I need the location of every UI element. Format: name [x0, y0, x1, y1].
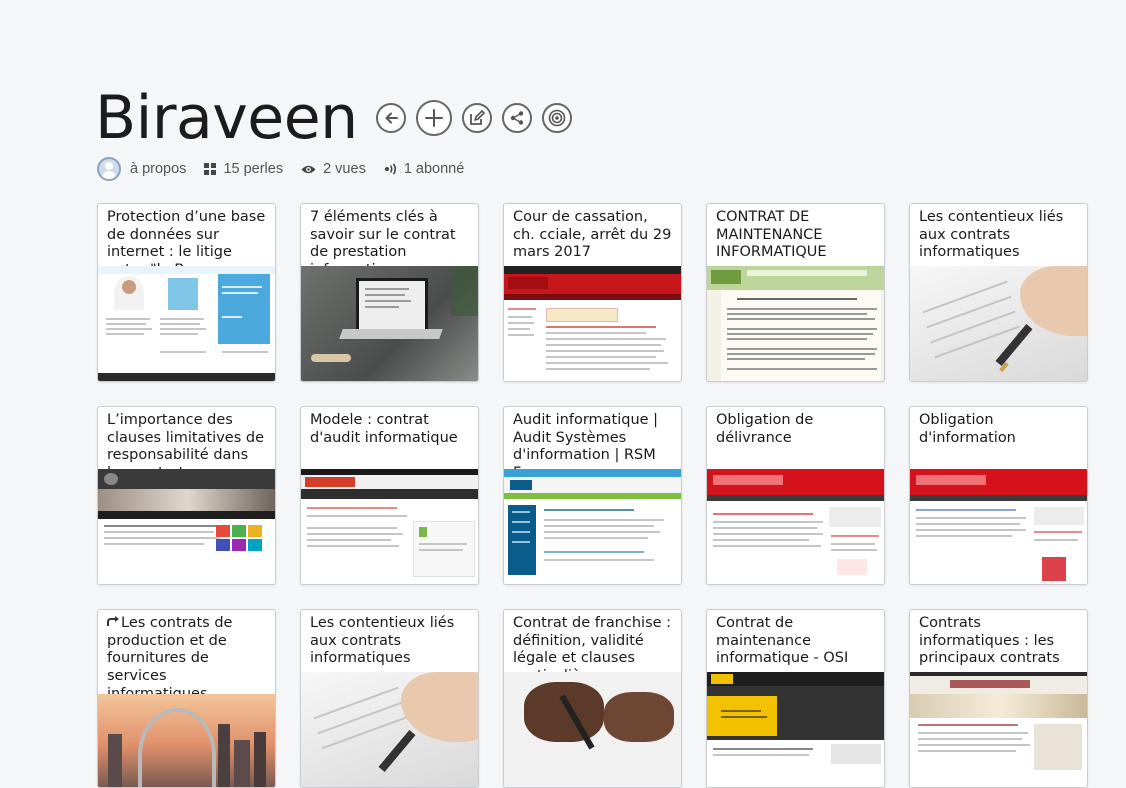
board-header: Biraveen — [95, 80, 572, 156]
follow-icon — [548, 109, 565, 127]
share-icon — [510, 111, 523, 125]
followers-count[interactable]: 1 abonné — [384, 161, 464, 177]
pearl-card[interactable]: Contrats informatiques : les principaux … — [909, 609, 1088, 788]
follow-button[interactable] — [541, 103, 572, 133]
pearl-title: Les contentieux liés aux contrats inform… — [919, 209, 1064, 261]
pearl-card[interactable]: Les contentieux liés aux contrats inform… — [909, 203, 1088, 382]
pearl-card[interactable]: Protection d’une base de données sur int… — [97, 203, 276, 382]
page-title: Biraveen — [95, 83, 358, 153]
edit-icon — [469, 110, 485, 125]
pearl-thumbnail — [504, 672, 681, 787]
followers-label: 1 abonné — [403, 161, 465, 177]
about-label: à propos — [130, 161, 187, 177]
pearl-thumbnail — [301, 672, 478, 787]
pearl-card[interactable]: Audit informatique | Audit Systèmes d'in… — [503, 406, 682, 585]
about-link[interactable]: à propos — [130, 161, 186, 177]
pearl-thumbnail — [98, 266, 275, 381]
pearl-card[interactable]: Contrat de maintenance informatique - OS… — [706, 609, 885, 788]
share-button[interactable] — [501, 103, 532, 133]
pearl-title: Obligation d'information — [919, 412, 1016, 446]
repin-icon — [107, 615, 121, 633]
pearl-card[interactable]: Cour de cassation, ch. cciale, arrêt du … — [503, 203, 682, 382]
eye-icon — [301, 164, 316, 175]
pearl-title: Les contrats de production et de fournit… — [98, 610, 275, 694]
pearl-title: Contrats informatiques : les principaux … — [919, 615, 1060, 667]
pearl-thumbnail — [504, 469, 681, 584]
pearl-thumbnail — [910, 266, 1087, 381]
back-icon — [385, 112, 398, 124]
pearl-title: Obligation de délivrance — [716, 412, 814, 446]
add-icon — [424, 109, 443, 127]
avatar[interactable] — [97, 157, 121, 181]
pearl-title: Contrat de franchise : définition, valid… — [513, 615, 672, 672]
pearl-title: Audit informatique | Audit Systèmes d'in… — [513, 412, 659, 469]
grid-icon — [204, 163, 217, 175]
pearl-title: CONTRAT DE MAINTENANCE INFORMATIQUE — [716, 209, 827, 261]
pearl-thumbnail — [504, 266, 681, 381]
pearl-card[interactable]: Obligation d'information — [909, 406, 1088, 585]
pearl-card[interactable]: L’importance des clauses limitatives de … — [97, 406, 276, 585]
pearl-thumbnail — [98, 469, 275, 584]
pearl-card[interactable]: Modele : contrat d'audit informatique — [300, 406, 479, 585]
pearl-card[interactable]: Les contentieux liés aux contrats inform… — [300, 609, 479, 788]
pearl-card[interactable]: 7 éléments clés à savoir sur le contrat … — [300, 203, 479, 382]
pearl-card[interactable]: Les contrats de production et de fournit… — [97, 609, 276, 788]
pearl-card[interactable]: Obligation de délivrance — [706, 406, 885, 585]
views-count: 2 vues — [301, 161, 366, 177]
views-label: 2 vues — [323, 161, 366, 177]
pearls-count[interactable]: 15 perles — [204, 161, 283, 177]
pearl-thumbnail — [910, 672, 1087, 787]
pearl-thumbnail — [707, 469, 884, 584]
pearls-label: 15 perles — [223, 161, 284, 177]
pearl-title: L’importance des clauses limitatives de … — [107, 412, 265, 469]
pearl-thumbnail — [707, 266, 884, 381]
pearl-title: Protection d’une base de données sur int… — [107, 209, 266, 266]
pearl-title: Cour de cassation, ch. cciale, arrêt du … — [513, 209, 672, 261]
back-button[interactable] — [375, 103, 406, 133]
pearl-title: Contrat de maintenance informatique - OS… — [716, 615, 849, 667]
pearl-thumbnail — [910, 469, 1087, 584]
pearl-thumbnail — [98, 694, 275, 787]
add-button[interactable] — [415, 100, 452, 136]
pearl-thumbnail — [301, 266, 478, 381]
pearl-thumbnail — [301, 469, 478, 584]
board-meta: à propos 15 perles 2 vues 1 abonné — [97, 157, 482, 181]
pearl-title: Les contentieux liés aux contrats inform… — [310, 615, 455, 667]
pearl-title-text: Les contrats de production et de fournit… — [107, 615, 233, 694]
pearl-thumbnail — [707, 672, 884, 787]
pearl-card[interactable]: Contrat de franchise : définition, valid… — [503, 609, 682, 788]
pearl-card[interactable]: CONTRAT DE MAINTENANCE INFORMATIQUE — [706, 203, 885, 382]
followers-icon — [384, 163, 397, 175]
pearl-title: Modele : contrat d'audit informatique — [310, 412, 458, 446]
pearls-grid: Protection d’une base de données sur int… — [97, 203, 1088, 788]
pearl-title: 7 éléments clés à savoir sur le contrat … — [310, 209, 456, 266]
action-bar — [375, 100, 572, 136]
edit-button[interactable] — [461, 103, 492, 133]
